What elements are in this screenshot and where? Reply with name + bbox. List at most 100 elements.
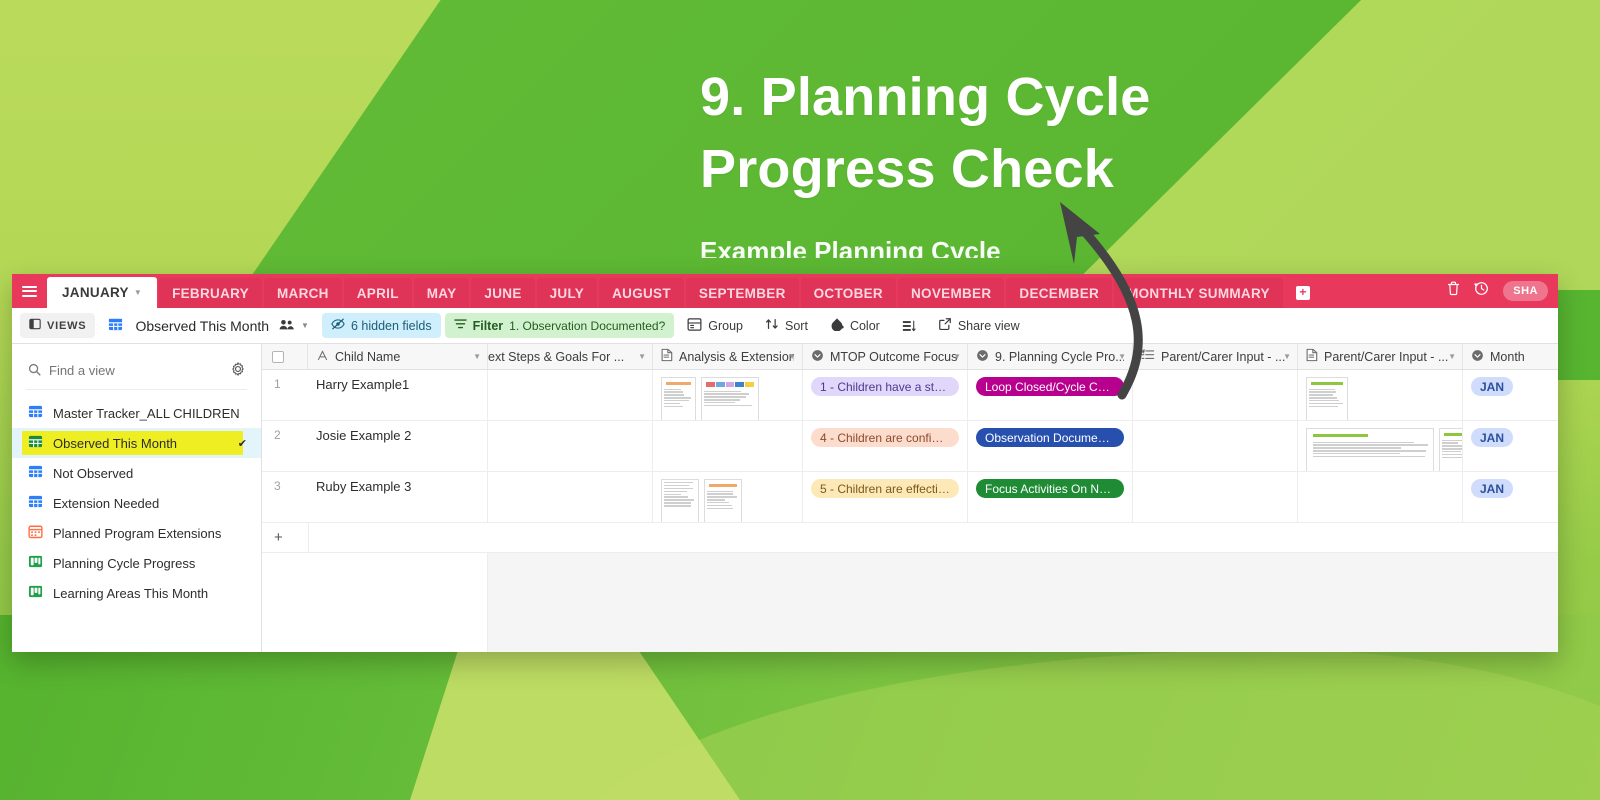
chevron-down-icon[interactable]: ▼ xyxy=(301,321,309,330)
cell-parent-input-attachments[interactable] xyxy=(1298,421,1463,471)
sidebar-item-planning-cycle-progress[interactable]: Planning Cycle Progress xyxy=(12,548,261,578)
column-header-6[interactable]: Parent/Carer Input - ... ▼ xyxy=(1298,344,1463,369)
share-button[interactable]: SHA xyxy=(1503,281,1548,301)
column-header-2[interactable]: Analysis & Extension... ▼ xyxy=(653,344,803,369)
color-button[interactable]: Color xyxy=(821,312,889,339)
tab-october[interactable]: OCTOBER xyxy=(801,278,896,308)
column-header-0[interactable]: Child Name ▼ xyxy=(308,344,488,369)
month-pill: JAN xyxy=(1471,479,1513,498)
table-row[interactable]: 1 Harry Example1 1 - Children have a str… xyxy=(262,370,1558,421)
attachment-thumbnail[interactable] xyxy=(701,377,759,420)
column-header-label: MTOP Outcome Focus xyxy=(830,350,957,364)
sidebar-item-planned-program-extensions[interactable]: Planned Program Extensions xyxy=(12,518,261,548)
current-view-button[interactable]: Observed This Month ▼ xyxy=(99,312,318,340)
add-table-button[interactable]: + xyxy=(1290,278,1316,308)
cell-planning-cycle[interactable]: Focus Activities On Next... xyxy=(968,472,1133,522)
views-toggle-button[interactable]: VIEWS xyxy=(20,313,95,338)
table-row[interactable]: 2 Josie Example 2 4 - Children are confi… xyxy=(262,421,1558,472)
select-all-checkbox[interactable] xyxy=(262,344,308,369)
cell-parent-input-text[interactable] xyxy=(1133,472,1298,522)
column-header-7[interactable]: Month ▼ xyxy=(1463,344,1558,369)
tab-february[interactable]: FEBRUARY xyxy=(159,278,262,308)
tab-march[interactable]: MARCH xyxy=(264,278,342,308)
column-header-1[interactable]: ext Steps & Goals For ... ▼ xyxy=(488,344,653,369)
add-record-row[interactable]: + xyxy=(262,523,1558,553)
chevron-down-icon[interactable]: ▼ xyxy=(473,352,481,361)
cell-child-name[interactable]: Ruby Example 3 xyxy=(308,472,488,522)
history-clock-icon[interactable] xyxy=(1474,281,1489,301)
row-height-icon[interactable] xyxy=(893,314,925,338)
cell-planning-cycle[interactable]: Loop Closed/Cycle Com... xyxy=(968,370,1133,420)
gear-icon[interactable] xyxy=(231,362,245,379)
tab-august[interactable]: AUGUST xyxy=(599,278,684,308)
chevron-down-icon[interactable]: ▼ xyxy=(638,352,646,361)
cell-parent-input-text[interactable] xyxy=(1133,421,1298,471)
sidebar-item-learning-areas-this-month[interactable]: Learning Areas This Month xyxy=(12,578,261,608)
cell-month[interactable]: JAN xyxy=(1463,370,1558,420)
kanban-view-icon xyxy=(28,584,43,602)
cell-mtop-outcome[interactable]: 5 - Children are effectiv... xyxy=(803,472,968,522)
cell-analysis-attachments[interactable] xyxy=(653,472,803,522)
chevron-down-icon[interactable]: ▼ xyxy=(1283,352,1291,361)
tab-may[interactable]: MAY xyxy=(414,278,470,308)
tab-july[interactable]: JULY xyxy=(537,278,597,308)
add-record-plus-icon[interactable]: + xyxy=(262,529,308,546)
share-view-button[interactable]: Share view xyxy=(929,312,1029,339)
tab-label: MARCH xyxy=(277,286,329,301)
search-input[interactable] xyxy=(49,363,199,378)
cell-planning-cycle[interactable]: Observation Documented xyxy=(968,421,1133,471)
chevron-down-icon[interactable]: ▼ xyxy=(953,352,961,361)
chevron-down-icon[interactable]: ▼ xyxy=(134,288,142,297)
attachment-thumbnail[interactable] xyxy=(704,479,742,522)
cell-child-name[interactable]: Josie Example 2 xyxy=(308,421,488,471)
view-toolbar: VIEWS Observed This Month ▼ 6 hidden fie… xyxy=(12,308,1558,344)
sidebar-item-not-observed[interactable]: Not Observed xyxy=(12,458,261,488)
column-header-4[interactable]: 9. Planning Cycle Pro... ▼ xyxy=(968,344,1133,369)
attachment-thumbnail[interactable] xyxy=(1306,377,1348,420)
sidebar-item-master-tracker-all-children[interactable]: Master Tracker_ALL CHILDREN xyxy=(12,398,261,428)
column-header-5[interactable]: Parent/Carer Input - ... ▼ xyxy=(1133,344,1298,369)
group-button[interactable]: Group xyxy=(678,312,752,340)
cell-child-name[interactable]: Harry Example1 xyxy=(308,370,488,420)
checkbox-icon[interactable] xyxy=(272,351,284,363)
chevron-down-icon[interactable]: ▼ xyxy=(788,352,796,361)
cell-mtop-outcome[interactable]: 1 - Children have a stro... xyxy=(803,370,968,420)
trash-icon[interactable] xyxy=(1447,281,1460,301)
chevron-down-icon[interactable]: ▼ xyxy=(1448,352,1456,361)
sidebar-item-observed-this-month[interactable]: Observed This Month ✔ xyxy=(12,428,261,458)
chevron-down-icon[interactable]: ▼ xyxy=(1118,352,1126,361)
cell-analysis-attachments[interactable] xyxy=(653,421,803,471)
attachment-thumbnail[interactable] xyxy=(1439,428,1463,471)
tab-monthly-summary[interactable]: MONTHLY SUMMARY xyxy=(1114,278,1283,308)
table-row[interactable]: 3 Ruby Example 3 5 - Children are effect… xyxy=(262,472,1558,523)
tab-september[interactable]: SEPTEMBER xyxy=(686,278,799,308)
cell-mtop-outcome[interactable]: 4 - Children are confide... xyxy=(803,421,968,471)
cell-next-steps[interactable] xyxy=(488,472,653,522)
sort-button[interactable]: Sort xyxy=(756,312,817,339)
attachment-thumbnail[interactable] xyxy=(661,479,699,522)
tab-june[interactable]: JUNE xyxy=(471,278,534,308)
tab-label: JUNE xyxy=(484,286,521,301)
tab-april[interactable]: APRIL xyxy=(344,278,412,308)
attachment-thumbnail[interactable] xyxy=(1306,428,1434,471)
cell-parent-input-text[interactable] xyxy=(1133,370,1298,420)
filter-button[interactable]: Filter 1. Observation Documented? xyxy=(445,313,675,338)
cell-month[interactable]: JAN xyxy=(1463,472,1558,522)
month-pill: JAN xyxy=(1471,377,1513,396)
sidebar-item-extension-needed[interactable]: Extension Needed xyxy=(12,488,261,518)
page-title-line-2: Progress Check xyxy=(700,139,1114,199)
attachment-thumbnail[interactable] xyxy=(661,377,696,420)
cell-month[interactable]: JAN xyxy=(1463,421,1558,471)
column-header-label: Parent/Carer Input - ... xyxy=(1161,350,1285,364)
column-header-3[interactable]: MTOP Outcome Focus ▼ xyxy=(803,344,968,369)
tab-november[interactable]: NOVEMBER xyxy=(898,278,1004,308)
tab-december[interactable]: DECEMBER xyxy=(1006,278,1112,308)
tab-january[interactable]: JANUARY ▼ xyxy=(47,277,157,308)
cell-analysis-attachments[interactable] xyxy=(653,370,803,420)
hamburger-menu-icon[interactable] xyxy=(12,274,46,308)
cell-parent-input-attachments[interactable] xyxy=(1298,370,1463,420)
hidden-fields-button[interactable]: 6 hidden fields xyxy=(322,313,441,338)
cell-next-steps[interactable] xyxy=(488,421,653,471)
cell-next-steps[interactable] xyxy=(488,370,653,420)
cell-parent-input-attachments[interactable] xyxy=(1298,472,1463,522)
